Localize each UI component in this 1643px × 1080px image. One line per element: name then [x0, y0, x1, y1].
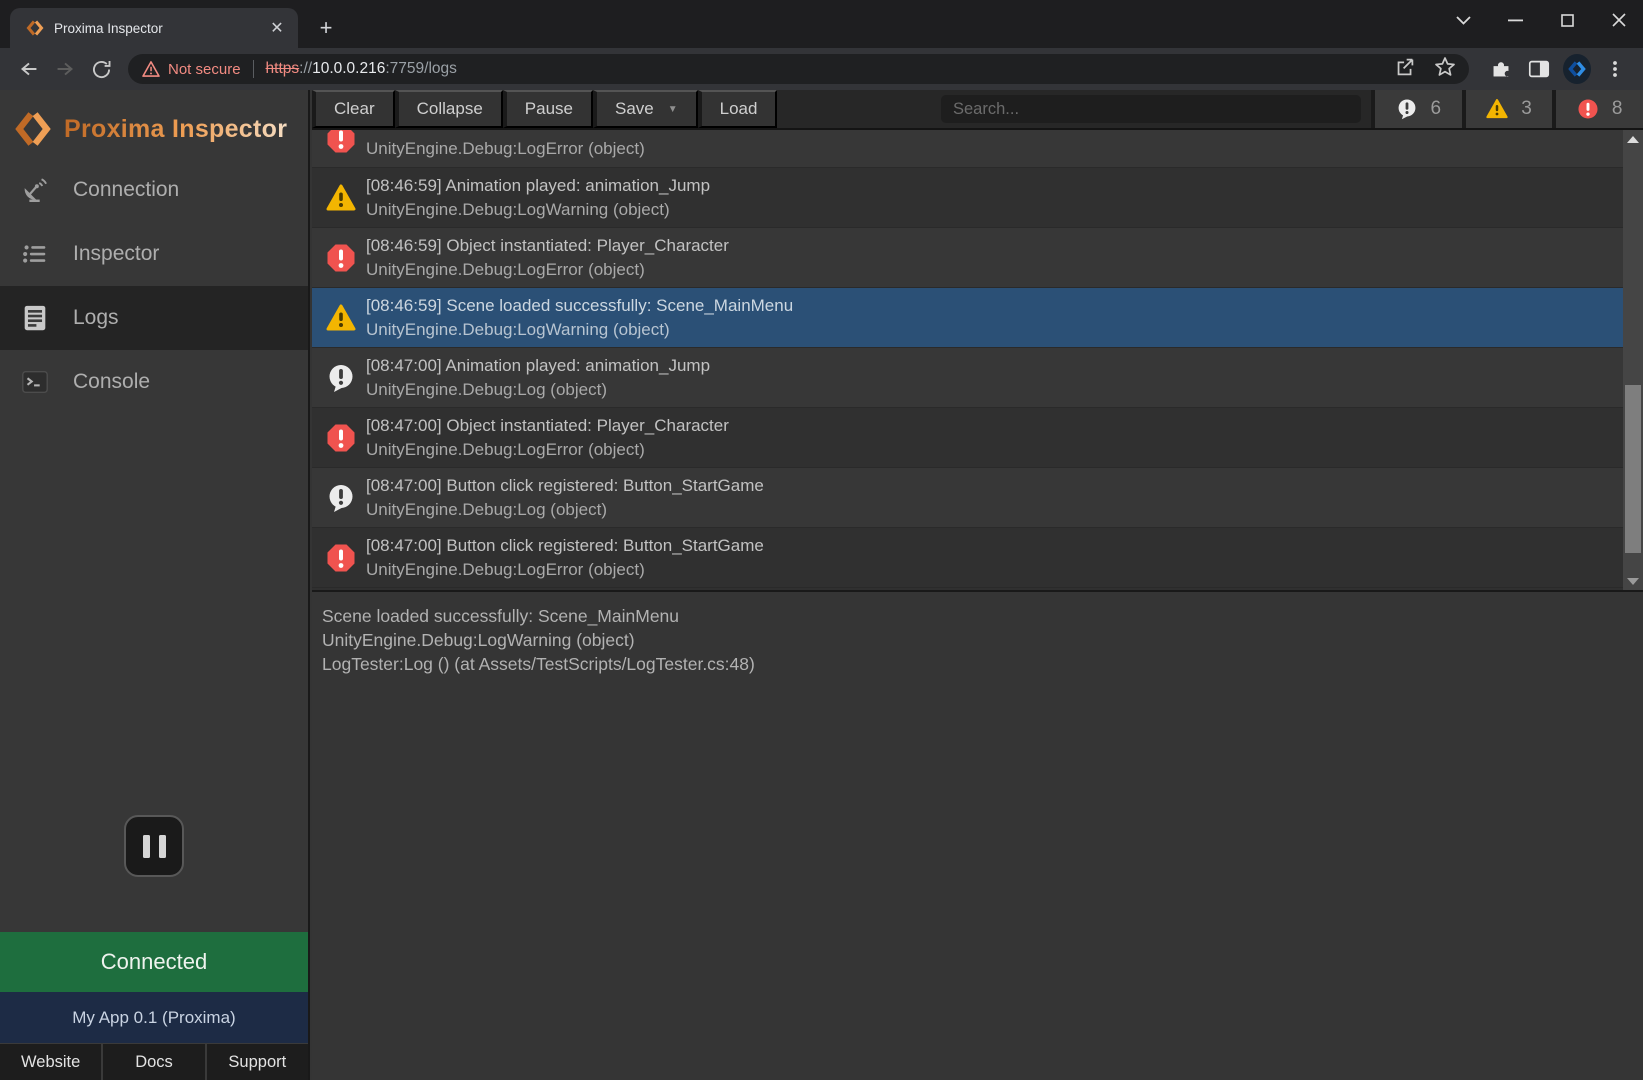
avatar-proxima-blue-icon — [1563, 54, 1591, 84]
forward-button[interactable] — [50, 54, 80, 84]
proxima-logo-icon — [14, 110, 52, 148]
window-close-button[interactable] — [1611, 12, 1627, 28]
warning-count-filter[interactable]: 3 — [1462, 90, 1553, 128]
warning-icon — [326, 183, 356, 213]
scroll-down-icon[interactable] — [1623, 572, 1643, 590]
window-maximize-button[interactable] — [1559, 12, 1575, 28]
proxima-favicon-icon — [26, 19, 44, 37]
browser-window: Proxima Inspector ✕ + — [0, 0, 1643, 1080]
warning-icon — [1486, 98, 1508, 120]
browser-address-bar: Not secure https://10.0.0.216:7759/logs — [0, 48, 1643, 90]
browser-titlebar: Proxima Inspector ✕ + — [0, 0, 1643, 48]
omnibox-divider — [253, 60, 254, 78]
sidebar-item-connection[interactable]: Connection — [0, 158, 308, 222]
tab-search-chevron-icon[interactable] — [1455, 12, 1471, 28]
info-icon — [326, 363, 356, 393]
side-panel-icon[interactable] — [1525, 55, 1553, 83]
tab-close-icon[interactable]: ✕ — [266, 17, 288, 39]
sidebar: Proxima Inspector Connection — [0, 90, 310, 1080]
error-icon — [326, 423, 356, 453]
scrollbar-thumb[interactable] — [1625, 385, 1641, 553]
log-entry[interactable]: UnityEngine.Debug:LogError (object) — [312, 130, 1643, 168]
sidebar-item-console[interactable]: Console — [0, 350, 308, 414]
info-icon — [326, 483, 356, 513]
list-icon — [19, 238, 51, 270]
page-content: Proxima Inspector Connection — [0, 90, 1643, 1080]
reload-button[interactable] — [86, 54, 116, 84]
pause-icon — [143, 835, 150, 858]
clear-button[interactable]: Clear — [312, 90, 395, 128]
detail-message: Scene loaded successfully: Scene_MainMen… — [322, 604, 1633, 628]
share-icon[interactable] — [1393, 55, 1417, 84]
profile-avatar[interactable] — [1563, 55, 1591, 83]
log-scrollbar[interactable] — [1623, 130, 1643, 590]
error-icon — [326, 130, 356, 154]
logs-panel: Clear Collapse Pause Save▼ Load 6 — [312, 90, 1643, 1080]
pause-stream-button[interactable] — [124, 815, 184, 877]
extensions-puzzle-icon[interactable] — [1487, 55, 1515, 83]
log-entry[interactable]: [08:47:00] Animation played: animation_J… — [312, 348, 1643, 408]
log-entry[interactable]: [08:46:59] Animation played: animation_J… — [312, 168, 1643, 228]
load-button[interactable]: Load — [698, 90, 778, 128]
not-secure-warning-icon — [142, 61, 160, 77]
new-tab-button[interactable]: + — [312, 18, 340, 46]
docs-link[interactable]: Docs — [101, 1044, 204, 1080]
log-entry[interactable]: [08:46:59] Object instantiated: Player_C… — [312, 228, 1643, 288]
pause-button[interactable]: Pause — [503, 90, 593, 128]
sidebar-footer: Website Docs Support — [0, 1043, 308, 1080]
bookmark-star-icon[interactable] — [1433, 55, 1457, 84]
log-entry[interactable]: [08:47:00] Button click registered: Butt… — [312, 528, 1643, 588]
scroll-up-icon[interactable] — [1623, 130, 1643, 148]
url-text: https://10.0.0.216:7759/logs — [266, 60, 457, 78]
connected-app-label: My App 0.1 (Proxima) — [0, 992, 308, 1043]
tab-title: Proxima Inspector — [54, 21, 266, 36]
satellite-icon — [19, 174, 51, 206]
collapse-button[interactable]: Collapse — [395, 90, 503, 128]
logs-toolbar: Clear Collapse Pause Save▼ Load 6 — [312, 90, 1643, 130]
info-count-filter[interactable]: 6 — [1371, 90, 1462, 128]
detail-trace-line1: UnityEngine.Debug:LogWarning (object) — [322, 628, 1633, 652]
back-button[interactable] — [14, 54, 44, 84]
browser-tab[interactable]: Proxima Inspector ✕ — [10, 8, 298, 48]
log-entry[interactable]: [08:46:59] Scene loaded successfully: Sc… — [312, 288, 1643, 348]
log-count-filters: 6 3 8 — [1371, 90, 1643, 128]
save-dropdown-icon[interactable]: ▼ — [668, 104, 678, 115]
document-icon — [19, 302, 51, 334]
log-entry[interactable]: [08:47:00] Object instantiated: Player_C… — [312, 408, 1643, 468]
browser-menu-icon[interactable] — [1601, 55, 1629, 83]
app-logo: Proxima Inspector — [0, 90, 308, 152]
error-icon — [326, 543, 356, 573]
website-link[interactable]: Website — [0, 1044, 101, 1080]
log-entry[interactable]: [08:47:00] Button click registered: Butt… — [312, 468, 1643, 528]
save-button[interactable]: Save▼ — [593, 90, 698, 128]
app-title: Proxima Inspector — [64, 115, 287, 144]
not-secure-label: Not secure — [168, 61, 241, 78]
search-input[interactable] — [941, 95, 1361, 123]
error-icon — [1577, 98, 1599, 120]
support-link[interactable]: Support — [205, 1044, 308, 1080]
log-list: UnityEngine.Debug:LogError (object) [08:… — [312, 130, 1643, 590]
window-minimize-button[interactable] — [1507, 12, 1523, 28]
error-count-filter[interactable]: 8 — [1552, 90, 1643, 128]
terminal-icon — [19, 366, 51, 398]
sidebar-item-inspector[interactable]: Inspector — [0, 222, 308, 286]
sidebar-item-logs[interactable]: Logs — [0, 286, 308, 350]
sidebar-nav: Connection Inspector — [0, 158, 308, 414]
warning-icon — [326, 303, 356, 333]
connection-status-badge: Connected — [0, 932, 308, 992]
error-icon — [326, 243, 356, 273]
info-icon — [1396, 98, 1418, 120]
detail-trace-line2: LogTester:Log () (at Assets/TestScripts/… — [322, 652, 1633, 676]
address-bar[interactable]: Not secure https://10.0.0.216:7759/logs — [128, 54, 1469, 84]
log-detail-pane: Scene loaded successfully: Scene_MainMen… — [312, 590, 1643, 1080]
